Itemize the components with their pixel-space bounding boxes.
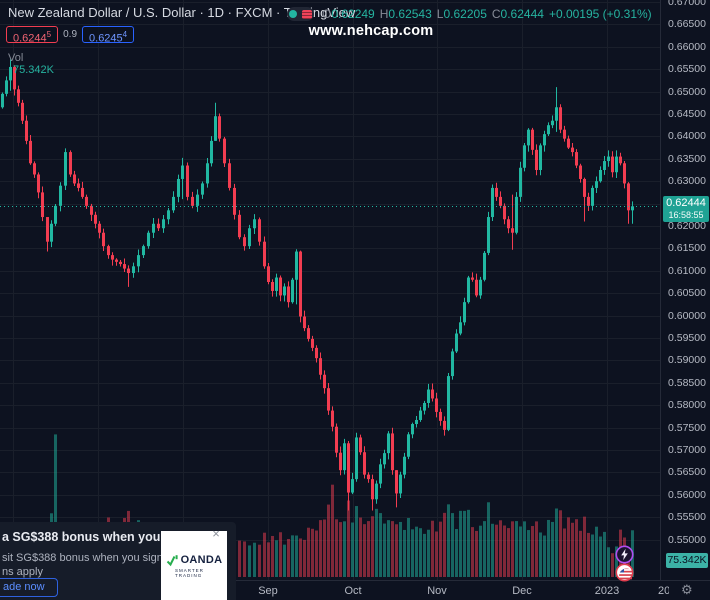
change-value: +0.00195 (+0.31%) bbox=[548, 7, 652, 21]
volume-value: 75.342K bbox=[13, 64, 54, 76]
price-tick-label: 0.63000 bbox=[668, 175, 706, 188]
trade-now-button[interactable]: ade now bbox=[0, 578, 58, 597]
price-tick-label: 0.60500 bbox=[668, 287, 706, 300]
status-dot-icon bbox=[289, 10, 297, 18]
ad-subtext: sit SG$388 bonus when you sign up. bbox=[2, 552, 182, 564]
bid-price-pip: 5 bbox=[46, 30, 52, 39]
ad-banner[interactable]: a SG$388 bonus when you sign up. sit SG$… bbox=[0, 522, 236, 600]
candlestick-chart[interactable] bbox=[0, 0, 660, 580]
bar-countdown: 16:58:55 bbox=[668, 210, 704, 220]
price-tick-label: 0.64000 bbox=[668, 130, 706, 143]
bid-price: 0.6244 bbox=[13, 32, 47, 45]
low-value: 0.62205 bbox=[443, 7, 487, 21]
legend-toggle[interactable] bbox=[287, 7, 314, 21]
volume-axis-label: 75.342K bbox=[666, 553, 708, 568]
price-tick-label: 0.58000 bbox=[668, 399, 706, 412]
high-value: 0.62543 bbox=[388, 7, 432, 21]
sell-button[interactable]: 0.62445 bbox=[6, 26, 59, 45]
price-tick-label: 0.59000 bbox=[668, 354, 706, 367]
close-value: 0.62444 bbox=[500, 7, 544, 21]
last-price-value: 0.62444 bbox=[666, 197, 706, 209]
price-tick-label: 0.57000 bbox=[668, 444, 706, 456]
ask-price: 0.6245 bbox=[89, 32, 123, 45]
open-label: O bbox=[322, 7, 332, 21]
oanda-wordmark: OANDA bbox=[180, 554, 223, 566]
price-tick-label: 0.63500 bbox=[668, 152, 706, 165]
volume-label: Vol bbox=[8, 52, 24, 64]
time-tick-label: Oct bbox=[344, 585, 362, 597]
us-flag-sticker-icon[interactable] bbox=[615, 563, 634, 582]
price-tick-label: 0.59500 bbox=[668, 332, 706, 344]
price-tick-label: 0.66500 bbox=[668, 18, 706, 31]
lightning-sticker-icon[interactable] bbox=[615, 545, 634, 564]
price-tick-label: 0.65000 bbox=[668, 85, 706, 98]
ohlc-values: O0.62249 H0.62543 L0.62205 C0.62444 +0.00195… bbox=[322, 7, 657, 21]
oanda-logo[interactable]: OANDA SMARTER TRADING bbox=[161, 531, 227, 600]
ad-terms: ns apply bbox=[2, 566, 43, 578]
oanda-mark-icon bbox=[166, 554, 178, 566]
time-tick-label: Sep bbox=[258, 585, 278, 597]
spread-value: 0.9 bbox=[63, 29, 78, 40]
buy-button[interactable]: 0.62454 bbox=[82, 26, 135, 45]
last-price-label: 0.62444 16:58:55 bbox=[663, 196, 709, 222]
time-tick-label: Nov bbox=[427, 585, 447, 597]
price-tick-label: 0.61500 bbox=[668, 242, 706, 255]
oanda-tagline: SMARTER TRADING bbox=[175, 567, 204, 578]
close-label: C bbox=[491, 7, 501, 21]
price-tick-label: 0.57500 bbox=[668, 421, 706, 434]
price-tick-label: 0.61000 bbox=[668, 264, 706, 277]
time-axis-corner-text: 20 bbox=[658, 585, 669, 597]
price-tick-label: 0.55500 bbox=[668, 511, 706, 524]
price-tick-label: 0.55000 bbox=[668, 533, 706, 546]
time-tick-label: Dec bbox=[512, 585, 532, 597]
price-axis[interactable]: 0.62444 16:58:55 75.342K 0.67000 0.66500 0… bbox=[660, 0, 710, 580]
open-value: 0.62249 bbox=[331, 7, 375, 21]
price-tick-label: 0.56000 bbox=[668, 488, 706, 501]
watermark: www.nehcap.com bbox=[308, 23, 434, 39]
tradingview-chart-window: New Zealand Dollar / U.S. Dollar · 1D · … bbox=[0, 0, 710, 600]
time-tick-label: 2023 bbox=[594, 585, 620, 597]
price-tick-label: 0.65500 bbox=[668, 63, 706, 76]
price-tick-label: 0.60000 bbox=[668, 309, 706, 322]
ad-close-icon[interactable]: × bbox=[209, 527, 223, 541]
bid-ask-row: 0.62445 0.9 0.62454 bbox=[6, 26, 135, 45]
price-tick-label: 0.58500 bbox=[668, 376, 706, 389]
ohlc-list-icon bbox=[302, 9, 312, 19]
volume-indicator-row[interactable]: Vol 75.342K bbox=[8, 52, 54, 76]
ask-price-pip: 4 bbox=[122, 30, 128, 39]
price-tick-label: 0.67000 bbox=[668, 0, 706, 8]
price-tick-label: 0.64500 bbox=[668, 108, 706, 120]
price-tick-label: 0.56500 bbox=[668, 466, 706, 479]
settings-gear-icon[interactable]: ⚙ bbox=[681, 582, 693, 598]
price-tick-label: 0.66000 bbox=[668, 40, 706, 53]
